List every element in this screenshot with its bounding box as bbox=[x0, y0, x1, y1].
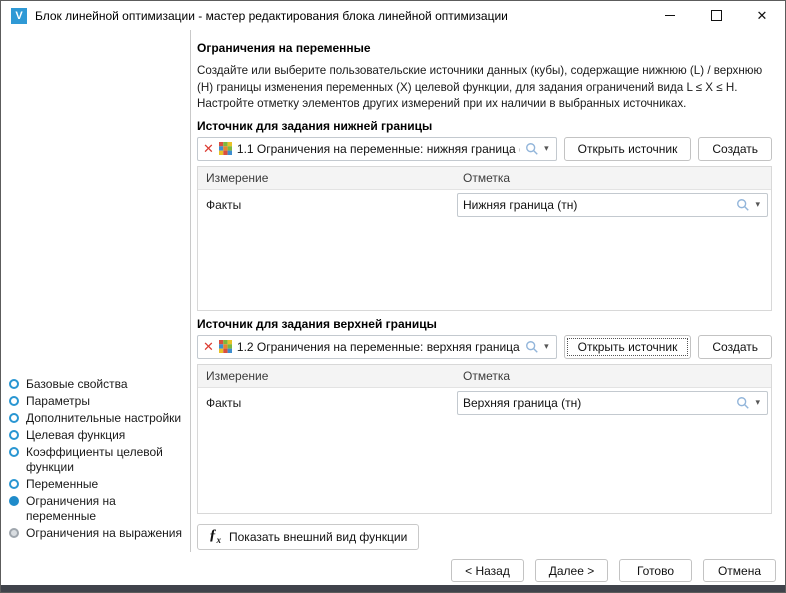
upper-bound-dimension-table: Измерение Отметка Факты Верхняя граница … bbox=[197, 363, 772, 514]
upper-bound-mark-value: Верхняя граница (тн) bbox=[463, 395, 582, 410]
wizard-steps-sidebar: Базовые свойства Параметры Дополнительны… bbox=[1, 30, 191, 552]
dimension-cell: Факты bbox=[206, 197, 242, 212]
chevron-down-icon[interactable]: ▾ bbox=[544, 342, 551, 351]
page-description: Создайте или выберите пользовательские и… bbox=[197, 64, 763, 110]
close-button[interactable]: ✕ bbox=[739, 1, 785, 30]
lower-bound-source-combobox[interactable]: ✕ 1.1 Ограничения на переменные: нижняя … bbox=[197, 136, 557, 161]
step-label: Ограничения на переменные bbox=[26, 494, 116, 523]
mark-cell: Нижняя граница (тн) ▾ bbox=[457, 192, 771, 217]
step-label: Дополнительные настройки bbox=[26, 411, 182, 425]
search-icon[interactable] bbox=[736, 198, 750, 212]
step-indicator-icon bbox=[9, 413, 19, 423]
next-button[interactable]: Далее > bbox=[535, 559, 608, 582]
open-source-button[interactable]: Открыть источник bbox=[563, 334, 692, 359]
mark-column-header: Отметка bbox=[463, 368, 511, 383]
search-icon[interactable] bbox=[525, 340, 539, 354]
page-title: Ограничения на переменные bbox=[197, 41, 371, 55]
maximize-icon bbox=[710, 10, 722, 21]
step-indicator-icon bbox=[9, 396, 19, 406]
step-basic-properties[interactable]: Базовые свойства bbox=[9, 376, 186, 393]
step-indicator-icon bbox=[9, 447, 19, 457]
upper-bound-source-row: ✕ 1.2 Ограничения на переменные: верхняя… bbox=[197, 334, 772, 359]
step-indicator-icon bbox=[9, 479, 19, 489]
lower-bound-mark-combobox[interactable]: Нижняя граница (тн) ▾ bbox=[457, 192, 768, 217]
mark-cell: Верхняя граница (тн) ▾ bbox=[457, 390, 771, 415]
step-indicator-icon bbox=[9, 379, 19, 389]
upper-bound-source-value: 1.2 Ограничения на переменные: верхняя г… bbox=[236, 339, 521, 354]
lower-bound-mark-value: Нижняя граница (тн) bbox=[463, 197, 578, 212]
step-variables[interactable]: Переменные bbox=[9, 476, 186, 493]
delete-source-icon[interactable]: ✕ bbox=[203, 142, 214, 155]
lower-bound-section-title: Источник для задания нижней границы bbox=[197, 118, 433, 133]
lower-bound-source-value: 1.1 Ограничения на переменные: нижняя гр… bbox=[236, 141, 521, 156]
step-parameters[interactable]: Параметры bbox=[9, 393, 186, 410]
step-label: Ограничения на выражения bbox=[26, 526, 182, 540]
step-label: Коэффициенты целевой функции bbox=[26, 445, 163, 474]
table-header: Измерение Отметка bbox=[198, 364, 771, 388]
show-function-view-button[interactable]: ƒx Показать внешний вид функции bbox=[197, 523, 420, 550]
search-icon[interactable] bbox=[525, 142, 539, 156]
step-label: Параметры bbox=[26, 394, 90, 408]
upper-bound-section-title: Источник для задания верхней границы bbox=[197, 316, 437, 331]
maximize-button[interactable] bbox=[693, 1, 739, 30]
delete-source-icon[interactable]: ✕ bbox=[203, 340, 214, 353]
chevron-down-icon[interactable]: ▾ bbox=[544, 144, 551, 153]
chevron-down-icon[interactable]: ▾ bbox=[755, 200, 762, 209]
titlebar: V Блок линейной оптимизации - мастер ред… bbox=[1, 1, 785, 30]
dimension-column-header: Измерение bbox=[206, 368, 269, 383]
show-function-view-label: Показать внешний вид функции bbox=[229, 529, 408, 544]
step-expression-constraints[interactable]: Ограничения на выражения bbox=[9, 525, 186, 542]
step-label: Переменные bbox=[26, 477, 99, 491]
create-source-button[interactable]: Создать bbox=[698, 136, 772, 161]
wizard-step-list: Базовые свойства Параметры Дополнительны… bbox=[9, 376, 186, 542]
main-content: Ограничения на переменные Создайте или в… bbox=[191, 30, 785, 550]
table-row[interactable]: Факты Нижняя граница (тн) ▾ bbox=[198, 190, 771, 220]
app-logo-icon: V bbox=[11, 7, 27, 24]
step-label: Базовые свойства bbox=[26, 377, 128, 391]
search-icon[interactable] bbox=[736, 396, 750, 410]
window-controls: ✕ bbox=[647, 1, 785, 30]
close-icon: ✕ bbox=[756, 8, 768, 23]
step-indicator-icon bbox=[9, 496, 19, 506]
open-source-button[interactable]: Открыть источник bbox=[563, 136, 692, 161]
back-button[interactable]: < Назад bbox=[451, 559, 524, 582]
table-header: Измерение Отметка bbox=[198, 166, 771, 190]
wizard-dialog-window: V Блок линейной оптимизации - мастер ред… bbox=[0, 0, 786, 593]
minimize-button[interactable] bbox=[647, 1, 693, 30]
fx-icon: ƒx bbox=[209, 527, 221, 545]
cube-icon bbox=[218, 340, 232, 353]
step-label: Целевая функция bbox=[26, 428, 126, 442]
lower-bound-dimension-table: Измерение Отметка Факты Нижняя граница (… bbox=[197, 165, 772, 311]
window-title: Блок линейной оптимизации - мастер редак… bbox=[35, 8, 508, 23]
step-additional-settings[interactable]: Дополнительные настройки bbox=[9, 410, 186, 427]
dimension-cell: Факты bbox=[206, 395, 242, 410]
step-variable-constraints[interactable]: Ограничения на переменные bbox=[9, 493, 186, 525]
mark-column-header: Отметка bbox=[463, 170, 511, 185]
lower-bound-source-row: ✕ 1.1 Ограничения на переменные: нижняя … bbox=[197, 136, 772, 161]
bottom-edge-bar bbox=[1, 585, 785, 592]
step-indicator-icon bbox=[9, 430, 19, 440]
finish-button[interactable]: Готово bbox=[619, 559, 692, 582]
dimension-column-header: Измерение bbox=[206, 170, 269, 185]
step-objective-function[interactable]: Целевая функция bbox=[9, 427, 186, 444]
cancel-button[interactable]: Отмена bbox=[703, 559, 776, 582]
function-view-row: ƒx Показать внешний вид функции bbox=[197, 523, 772, 550]
chevron-down-icon[interactable]: ▾ bbox=[755, 398, 762, 407]
upper-bound-source-combobox[interactable]: ✕ 1.2 Ограничения на переменные: верхняя… bbox=[197, 334, 557, 359]
upper-bound-mark-combobox[interactable]: Верхняя граница (тн) ▾ bbox=[457, 390, 768, 415]
step-indicator-icon bbox=[9, 528, 19, 538]
minimize-icon bbox=[665, 15, 675, 16]
cube-icon bbox=[218, 142, 232, 155]
create-source-button[interactable]: Создать bbox=[698, 334, 772, 359]
wizard-footer: < Назад Далее > Готово Отмена bbox=[451, 559, 776, 582]
table-row[interactable]: Факты Верхняя граница (тн) ▾ bbox=[198, 388, 771, 418]
step-objective-coefficients[interactable]: Коэффициенты целевой функции bbox=[9, 444, 186, 476]
